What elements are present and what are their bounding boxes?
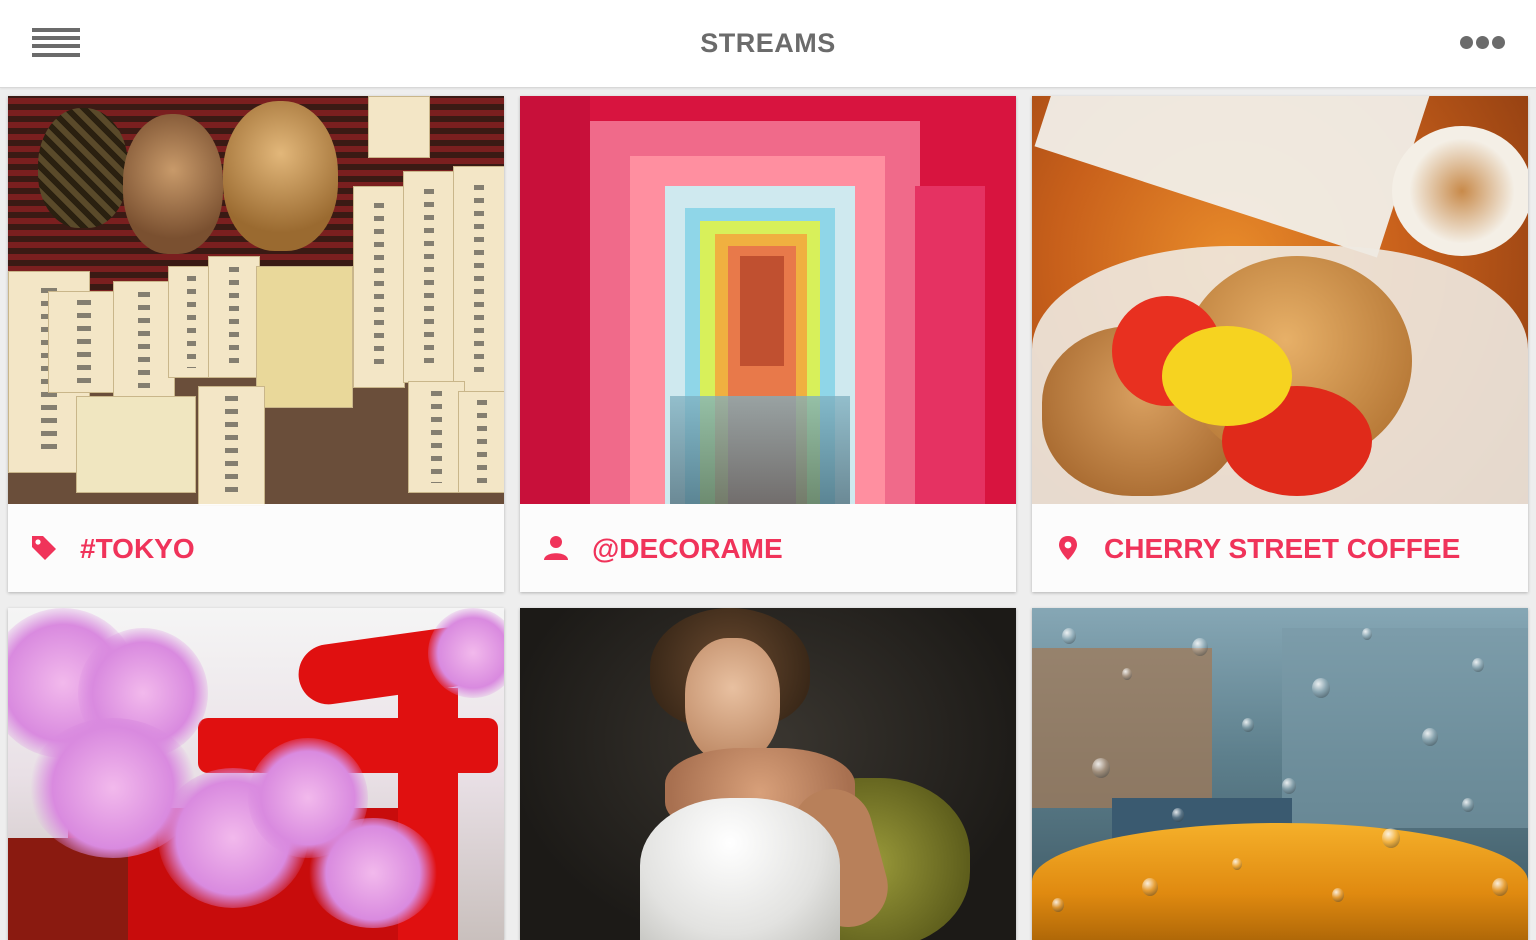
more-dots-icon[interactable] [1458, 36, 1506, 52]
stream-photo [520, 608, 1016, 940]
stream-photo [8, 96, 504, 506]
stream-label: CHERRY STREET COFFEE [1104, 533, 1461, 564]
stream-card-torii[interactable] [8, 608, 504, 940]
stream-label: #TOKYO [80, 533, 195, 564]
stream-caption: #TOKYO [8, 504, 504, 592]
stream-caption: @DECORAME [520, 504, 1016, 592]
tag-icon [32, 536, 56, 560]
user-icon [544, 536, 568, 560]
page-title: STREAMS [700, 28, 836, 58]
stream-photo [520, 96, 1016, 504]
location-pin-icon [1059, 536, 1077, 560]
stream-card-decorame[interactable]: @DECORAME [520, 96, 1016, 592]
stream-caption: CHERRY STREET COFFEE [1032, 504, 1528, 592]
stream-card-tokyo[interactable]: #TOKYO [8, 96, 504, 592]
stream-photo [8, 608, 504, 940]
stream-card-rainy-window[interactable] [1032, 608, 1528, 940]
stream-card-portrait[interactable] [520, 608, 1016, 940]
stream-card-cherry-street-coffee[interactable]: CHERRY STREET COFFEE [1032, 96, 1528, 592]
top-app-bar: STREAMS [0, 0, 1536, 88]
stream-label: @DECORAME [592, 533, 783, 564]
stream-photo [1032, 96, 1528, 504]
stream-photo [1032, 608, 1528, 940]
